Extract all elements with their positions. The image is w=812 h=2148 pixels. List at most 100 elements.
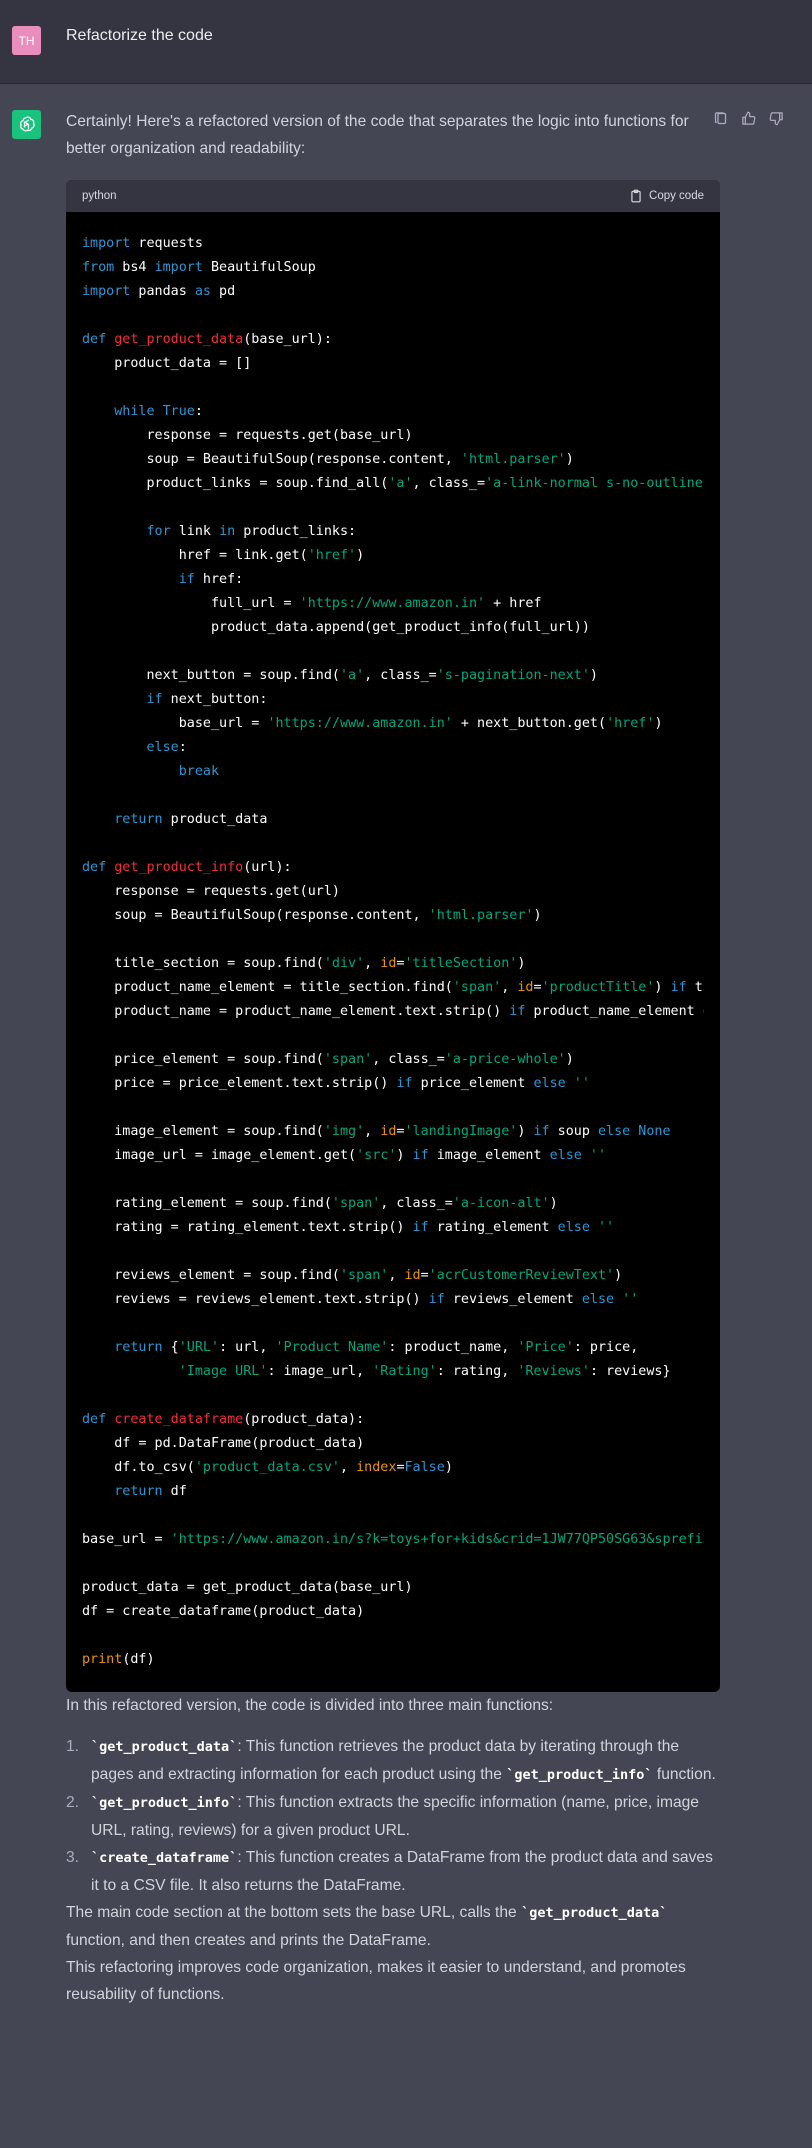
code-line: break	[82, 760, 704, 784]
code-token: (product_data):	[243, 1412, 365, 1427]
code-token: ,	[340, 1460, 357, 1475]
code-token: id	[380, 1124, 397, 1139]
code-token: ''	[597, 1220, 615, 1235]
code-line: soup = BeautifulSoup(response.content, '…	[82, 904, 704, 928]
code-line: soup = BeautifulSoup(response.content, '…	[82, 448, 704, 472]
code-token: 'Price'	[517, 1340, 574, 1355]
code-token: + href	[485, 596, 542, 611]
code-line: from bs4 import BeautifulSoup	[82, 256, 704, 280]
function-name-code: `get_product_data`	[91, 1739, 238, 1755]
code-token: print	[82, 1652, 123, 1667]
thumbs-down-icon[interactable]	[768, 110, 784, 126]
code-token: 'a-price-whole'	[444, 1052, 566, 1067]
code-token: id	[517, 980, 534, 995]
code-token: if	[670, 980, 687, 995]
code-language-label: python	[82, 189, 117, 202]
code-token: , class_=	[372, 1052, 445, 1067]
code-block-header: python Copy code	[66, 180, 720, 212]
code-token: price_element = soup.find(	[82, 1052, 324, 1067]
function-ref-code: `get_product_info`	[506, 1767, 653, 1783]
code-token: if	[396, 1076, 413, 1091]
code-token: df.to_csv(	[82, 1460, 195, 1475]
code-token: for	[146, 524, 171, 539]
main-section-text-before: The main code section at the bottom sets…	[66, 1904, 522, 1921]
code-token: response = requests.get(base_url)	[82, 428, 413, 443]
code-token: (df)	[122, 1652, 155, 1667]
code-token: def	[82, 860, 107, 875]
copy-code-button[interactable]: Copy code	[629, 183, 704, 210]
code-token: in	[219, 524, 236, 539]
code-token: if	[146, 692, 163, 707]
code-line: full_url = 'https://www.amazon.in' + hre…	[82, 592, 704, 616]
code-token: 's-pagination-next'	[436, 668, 590, 683]
code-line: 'Image URL': image_url, 'Rating': rating…	[82, 1360, 704, 1384]
code-token: )	[654, 716, 663, 731]
code-token: else	[597, 1124, 631, 1139]
code-token: ,	[388, 1268, 405, 1283]
code-token: def	[82, 1412, 107, 1427]
code-line: def create_dataframe(product_data):	[82, 1408, 704, 1432]
code-token: product_data	[162, 812, 268, 827]
code-token: id	[404, 1268, 421, 1283]
user-message-row: TH Refactorize the code	[0, 0, 812, 84]
code-token: return	[114, 812, 163, 827]
code-token: , class_=	[380, 1196, 453, 1211]
code-token: reviews = reviews_element.text.strip()	[82, 1292, 429, 1307]
code-token: )	[517, 1124, 534, 1139]
code-token: id	[380, 956, 397, 971]
code-token: reviews_element	[444, 1292, 582, 1307]
function-name-code: `create_dataframe`	[91, 1850, 238, 1866]
code-token: )	[589, 668, 598, 683]
code-token: break	[178, 764, 220, 779]
code-token: image_element	[428, 1148, 550, 1163]
code-token: df = create_dataframe(product_data)	[82, 1604, 365, 1619]
code-token: base_url =	[82, 716, 268, 731]
code-line: product_data = get_product_data(base_url…	[82, 1576, 704, 1600]
code-token: 'a'	[388, 476, 413, 491]
code-token: ''	[589, 1148, 607, 1163]
code-token: (base_url):	[243, 332, 332, 347]
code-line: df = pd.DataFrame(product_data)	[82, 1432, 704, 1456]
code-line: def get_product_info(url):	[82, 856, 704, 880]
thumbs-up-icon[interactable]	[740, 110, 756, 126]
code-line: for link in product_links:	[82, 520, 704, 544]
code-line: else:	[82, 736, 704, 760]
code-token: base_url =	[82, 1532, 171, 1547]
code-token: =	[396, 1460, 405, 1475]
list-number: 2.	[66, 1794, 80, 1811]
code-token: while	[114, 404, 155, 419]
code-token: next_button:	[162, 692, 268, 707]
code-token: title_section = soup.find(	[82, 956, 324, 971]
function-description-end: function.	[652, 1766, 716, 1783]
code-token: 'Product Name'	[275, 1340, 389, 1355]
code-token: product_name = product_name_element.text…	[82, 1004, 510, 1019]
code-line: reviews_element = soup.find('span', id='…	[82, 1264, 704, 1288]
code-line: if next_button:	[82, 688, 704, 712]
code-line: href = link.get('href')	[82, 544, 704, 568]
main-section-text-after: function, and then creates and prints th…	[66, 1932, 431, 1949]
code-token: 'img'	[323, 1124, 365, 1139]
code-token: 'src'	[356, 1148, 397, 1163]
code-token: 'Rating'	[372, 1364, 437, 1379]
code-token: soup = BeautifulSoup(response.content,	[82, 908, 429, 923]
code-token: )	[614, 1268, 623, 1283]
code-token: BeautifulSoup	[202, 260, 316, 275]
code-token: :	[178, 740, 187, 755]
code-token: 'span'	[331, 1196, 381, 1211]
code-line: product_data.append(get_product_info(ful…	[82, 616, 704, 640]
code-token: ,	[501, 980, 518, 995]
code-token: False	[404, 1460, 445, 1475]
code-token: 'URL'	[178, 1340, 220, 1355]
code-line: product_name_element = title_section.fin…	[82, 976, 704, 1000]
chatgpt-logo-icon	[12, 110, 41, 139]
